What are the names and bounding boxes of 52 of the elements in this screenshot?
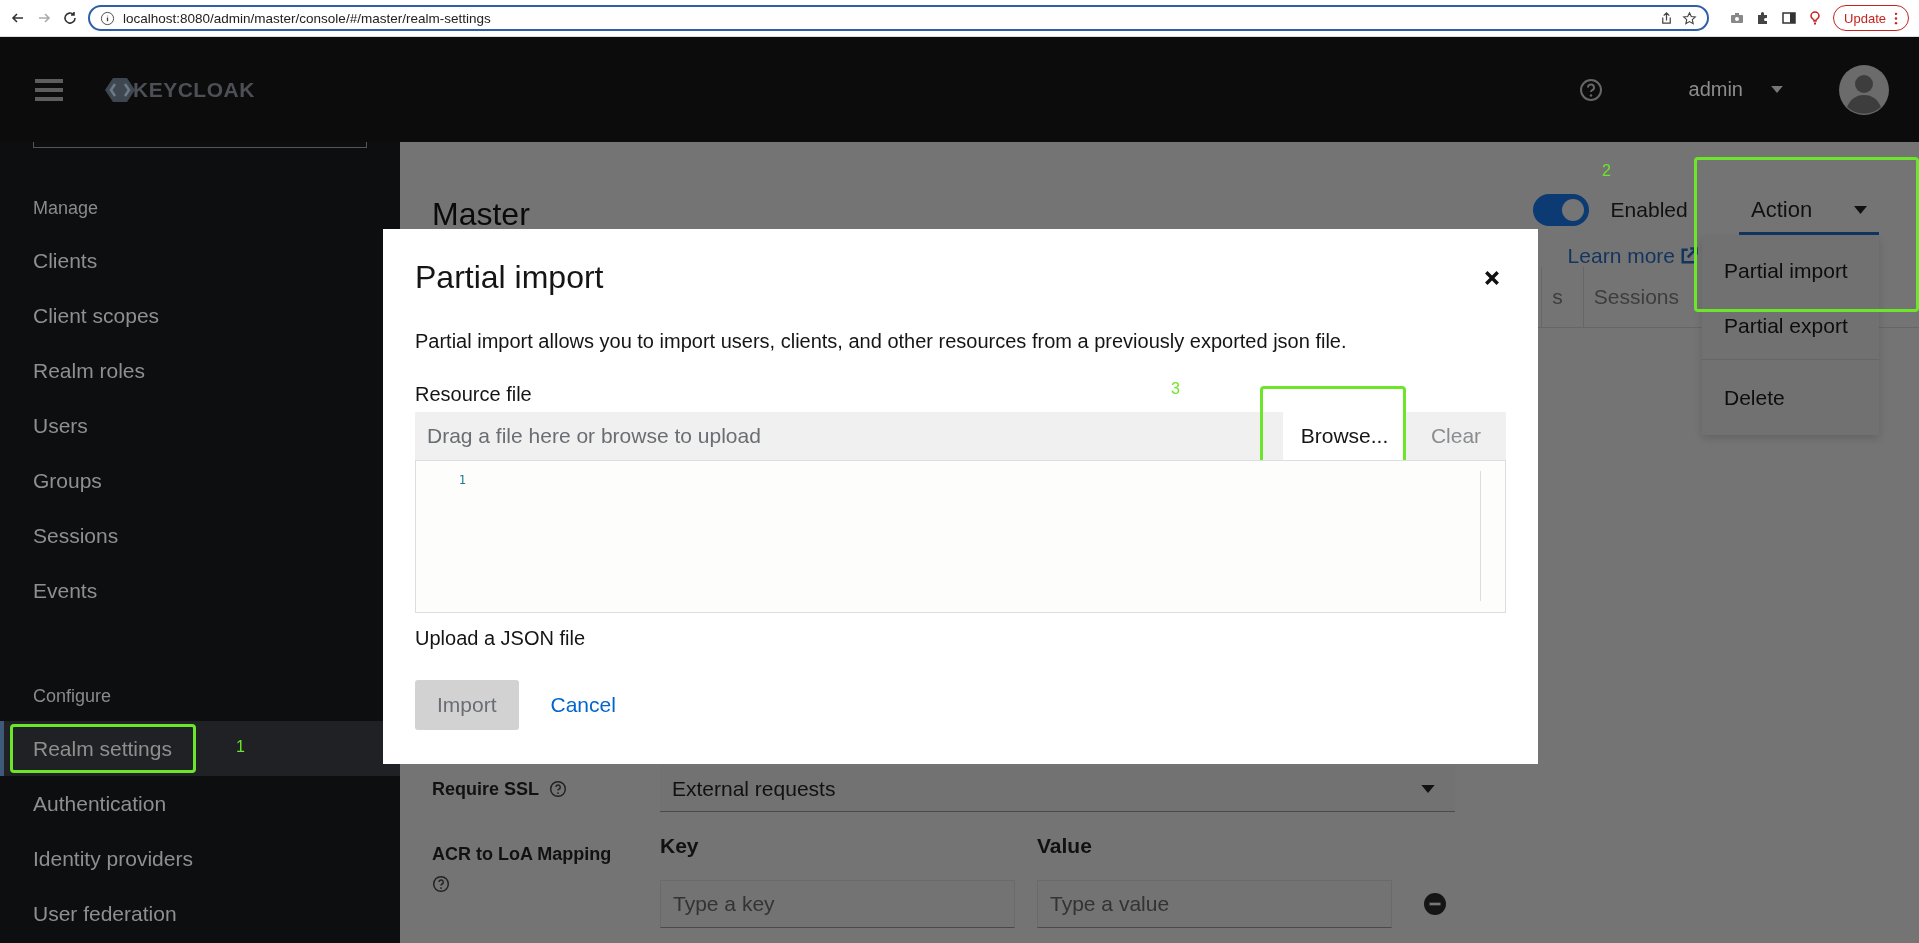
nav-item[interactable]: User federation (0, 886, 400, 941)
dialog-description: Partial import allows you to import users, clients, and other resources from a previously exported json file. (415, 330, 1348, 353)
field-label: Require SSL (432, 778, 540, 800)
kebab-icon (1894, 11, 1898, 25)
value-input[interactable]: Type a value (1037, 880, 1392, 928)
cancel-link[interactable]: Cancel (544, 680, 622, 730)
column-heading: Key (660, 834, 700, 858)
star-icon[interactable] (1682, 10, 1698, 26)
avatar-icon[interactable] (1839, 64, 1889, 115)
remove-icon[interactable] (1424, 893, 1446, 915)
column-heading: Value (1037, 834, 1093, 858)
help-icon[interactable] (1578, 77, 1603, 102)
section-heading: Manage (32, 197, 100, 220)
code-editor[interactable]: 1 (415, 460, 1506, 613)
update-button[interactable]: Update (1833, 5, 1909, 31)
nav-item[interactable]: Realm settings 1 (0, 721, 400, 776)
user-menu[interactable]: admin (1682, 77, 1789, 102)
sidebar-icon[interactable] (1781, 10, 1798, 26)
annotation-number: 3 (1171, 380, 1180, 398)
helper-text: Upload a JSON file (415, 627, 587, 650)
annotation-number: 2 (1602, 162, 1611, 180)
info-icon[interactable] (100, 10, 115, 26)
menu-item[interactable]: Delete (1702, 370, 1879, 425)
line-number: 1 (458, 473, 466, 487)
key-input[interactable]: Type a key (660, 880, 1015, 928)
address-bar[interactable]: localhost:8080/admin/master/console/#/master/realm-settings (88, 5, 1710, 31)
annotation-number: 1 (236, 738, 245, 756)
file-name-field[interactable]: Drag a file here or browse to upload (415, 412, 1283, 460)
nav-item[interactable]: Identity providers (0, 831, 400, 886)
caret-icon (1421, 784, 1435, 793)
field-label: ACR to LoA Mapping (432, 844, 612, 865)
caret-icon (1854, 205, 1867, 214)
help-icon[interactable] (432, 875, 450, 893)
dialog-title: Partial import (415, 259, 604, 296)
scrollbar[interactable] (1480, 471, 1481, 601)
page-title: Master (432, 196, 530, 234)
switch-label: Enabled (1610, 198, 1688, 222)
logo-text: KEYCLOAK (133, 77, 255, 102)
caret-icon (1771, 86, 1783, 93)
hexagon-logo-icon (105, 76, 135, 103)
external-link-icon (1679, 246, 1699, 266)
enabled-switch[interactable] (1532, 194, 1589, 226)
close-icon[interactable] (1484, 269, 1500, 286)
help-icon[interactable] (549, 780, 568, 798)
menu-item[interactable]: Partial import (1702, 243, 1879, 298)
reload-icon[interactable] (62, 10, 78, 26)
field-label: Resource file (415, 383, 532, 406)
camera-icon[interactable] (1729, 10, 1746, 26)
menu-icon[interactable] (35, 77, 63, 102)
section-heading: Configure (32, 685, 113, 708)
nav-item[interactable]: Authentication (0, 776, 400, 831)
menu-item[interactable]: Partial export (1702, 298, 1879, 353)
